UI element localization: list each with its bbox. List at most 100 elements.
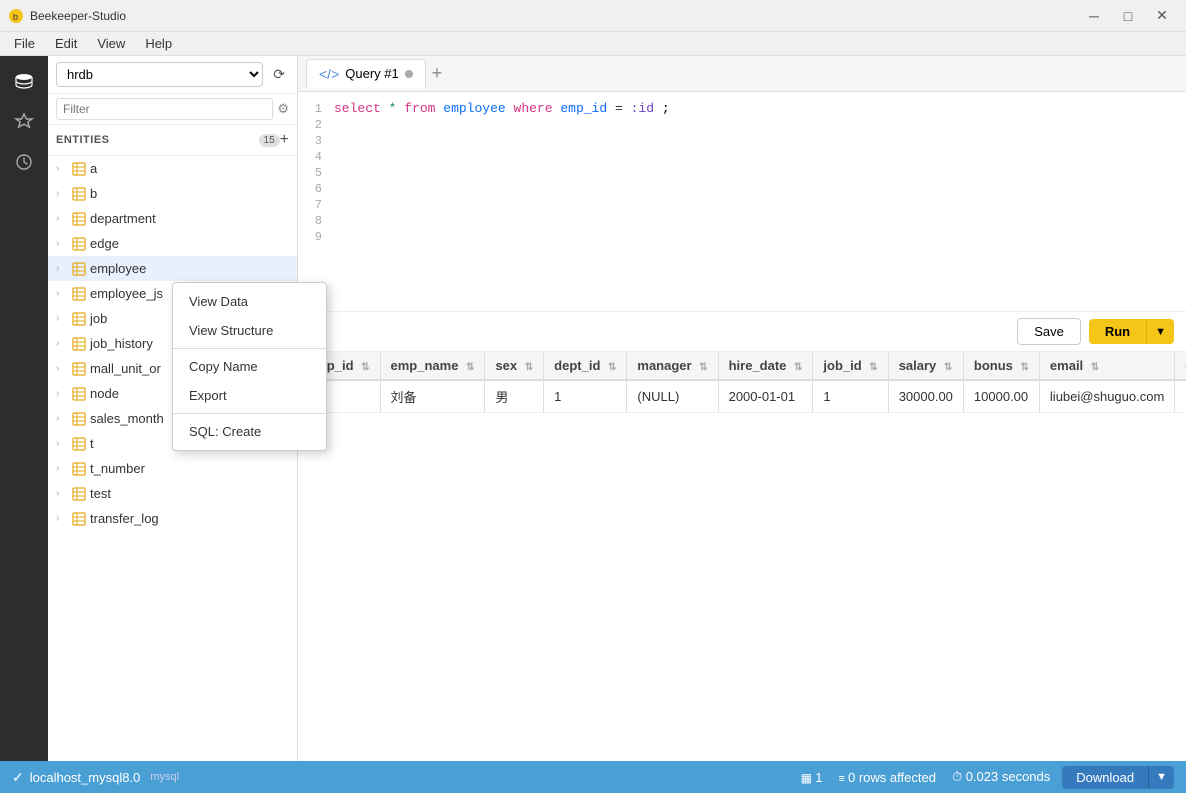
- entities-header: ENTITIES 15 +: [48, 125, 297, 156]
- table-icon: [72, 162, 86, 176]
- filter-options-button[interactable]: ⚙: [277, 101, 289, 117]
- col-header-hire-date: hire_date ⇅: [718, 352, 813, 380]
- entity-name-a: a: [90, 161, 97, 176]
- line-number-3: 3: [298, 134, 334, 148]
- col-header-sex: sex ⇅: [485, 352, 544, 380]
- connection-name: localhost_mysql8.0: [30, 770, 141, 785]
- table-icon: [72, 287, 86, 301]
- history-icon-btn[interactable]: [6, 144, 42, 180]
- results-area[interactable]: emp_id ⇅ emp_name ⇅ sex ⇅ dept_id ⇅ mana…: [298, 352, 1186, 761]
- query-editor[interactable]: 1 select * from employee where emp_id =: [298, 92, 1186, 312]
- maximize-button[interactable]: □: [1112, 2, 1144, 30]
- download-button[interactable]: Download: [1062, 766, 1148, 789]
- statusbar: ✓ localhost_mysql8.0 mysql ▦ 1 ≡ 0 rows …: [0, 761, 1186, 793]
- col-header-manager: manager ⇅: [627, 352, 718, 380]
- rows-icon: ▦: [801, 771, 816, 785]
- table-icon: [72, 462, 86, 476]
- table-icon: [72, 362, 86, 376]
- menu-view[interactable]: View: [87, 34, 135, 53]
- context-view-data[interactable]: View Data: [173, 287, 326, 316]
- download-dropdown-button[interactable]: ▼: [1148, 766, 1174, 789]
- chevron-right-icon: ›: [56, 238, 68, 249]
- entity-item-b[interactable]: › b: [48, 181, 297, 206]
- svg-text:b: b: [13, 12, 18, 22]
- table-icon: [72, 312, 86, 326]
- context-menu-separator-2: [173, 413, 326, 414]
- query-line-5: 5: [298, 165, 1186, 181]
- menu-edit[interactable]: Edit: [45, 34, 87, 53]
- table-icon: [72, 237, 86, 251]
- entity-name-employee-js: employee_js: [90, 286, 163, 301]
- query-line-4: 4: [298, 149, 1186, 165]
- entity-item-edge[interactable]: › edge: [48, 231, 297, 256]
- line-content-1: select * from employee where emp_id = :i…: [334, 101, 1186, 116]
- minimize-button[interactable]: ─: [1078, 2, 1110, 30]
- menubar: File Edit View Help: [0, 32, 1186, 56]
- window-controls: ─ □ ✕: [1078, 2, 1178, 30]
- chevron-right-icon: ›: [56, 338, 68, 349]
- table-row[interactable]: 1 刘备 男 1 (NULL) 2000-01-01 1 30000.00 10…: [298, 380, 1186, 413]
- line-number-8: 8: [298, 214, 334, 228]
- rows-affected-text: 0 rows affected: [848, 770, 936, 785]
- keyword-from: from: [404, 101, 435, 116]
- save-button[interactable]: Save: [1017, 318, 1081, 345]
- status-info: ▦ 1 ≡ 0 rows affected ⏱ 0.023 seconds: [801, 769, 1051, 785]
- line-number-4: 4: [298, 150, 334, 164]
- entity-item-employee[interactable]: › employee: [48, 256, 297, 281]
- cell-emp-name: 刘备: [380, 380, 485, 413]
- add-entity-button[interactable]: +: [280, 131, 289, 149]
- table-name: employee: [443, 101, 505, 116]
- cell-job-id: 1: [813, 380, 888, 413]
- sort-icon: ⇅: [1021, 362, 1029, 373]
- table-icon: [72, 262, 86, 276]
- sidebar-icon-panel: [0, 56, 48, 761]
- context-menu: View Data View Structure Copy Name Expor…: [172, 282, 327, 451]
- db-select-wrap[interactable]: hrdb: [56, 62, 263, 87]
- close-button[interactable]: ✕: [1146, 2, 1178, 30]
- entities-count: 15: [259, 134, 280, 147]
- menu-help[interactable]: Help: [135, 34, 182, 53]
- col-header-salary: salary ⇅: [888, 352, 963, 380]
- db-select[interactable]: hrdb: [57, 63, 262, 86]
- chevron-right-icon: ›: [56, 313, 68, 324]
- table-icon: [72, 187, 86, 201]
- entity-item-department[interactable]: › department: [48, 206, 297, 231]
- tab-label: Query #1: [345, 66, 398, 81]
- entity-item-a[interactable]: › a: [48, 156, 297, 181]
- results-table: emp_id ⇅ emp_name ⇅ sex ⇅ dept_id ⇅ mana…: [298, 352, 1186, 413]
- keyword-select: select: [334, 101, 381, 116]
- chevron-right-icon: ›: [56, 213, 68, 224]
- tab-query1[interactable]: </> Query #1: [306, 59, 426, 89]
- database-icon-btn[interactable]: [6, 64, 42, 100]
- table-icon: [72, 387, 86, 401]
- line-number-9: 9: [298, 230, 334, 244]
- context-copy-name[interactable]: Copy Name: [173, 352, 326, 381]
- chevron-right-icon: ›: [56, 513, 68, 524]
- line-number-6: 6: [298, 182, 334, 196]
- menu-file[interactable]: File: [4, 34, 45, 53]
- run-button[interactable]: Run: [1089, 319, 1146, 344]
- favorites-icon-btn[interactable]: [6, 104, 42, 140]
- context-view-structure[interactable]: View Structure: [173, 316, 326, 345]
- cell-sex: 男: [485, 380, 544, 413]
- chevron-right-icon: ›: [56, 388, 68, 399]
- sort-icon: ⇅: [466, 362, 474, 373]
- entity-item-transfer-log[interactable]: › transfer_log: [48, 506, 297, 531]
- table-icon: [72, 487, 86, 501]
- rows-count: 1: [815, 770, 822, 785]
- entity-item-t-number[interactable]: › t_number: [48, 456, 297, 481]
- entity-name-node: node: [90, 386, 119, 401]
- chevron-right-icon: ›: [56, 188, 68, 199]
- entity-name-department: department: [90, 211, 156, 226]
- add-tab-button[interactable]: +: [426, 63, 449, 84]
- context-sql-create[interactable]: SQL: Create: [173, 417, 326, 446]
- time-info: ⏱ 0.023 seconds: [952, 769, 1050, 785]
- filter-input[interactable]: [56, 98, 273, 120]
- rows-affected-icon: ≡: [839, 773, 848, 785]
- entity-item-test[interactable]: › test: [48, 481, 297, 506]
- run-dropdown-button[interactable]: ▼: [1146, 319, 1174, 344]
- entities-label: ENTITIES: [56, 134, 255, 146]
- chevron-right-icon: ›: [56, 163, 68, 174]
- context-export[interactable]: Export: [173, 381, 326, 410]
- refresh-button[interactable]: ⟳: [269, 64, 289, 85]
